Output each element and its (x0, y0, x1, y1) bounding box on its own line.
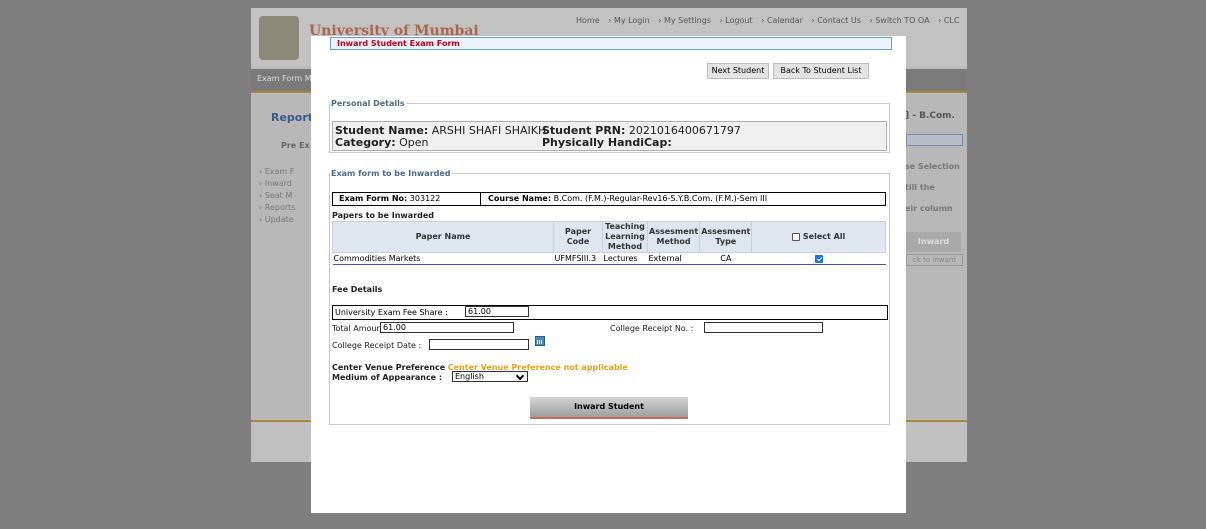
fee-details-heading: Fee Details (332, 285, 383, 294)
side-menu-item[interactable]: › Seat M (259, 190, 295, 202)
side-menu-item[interactable]: › Exam F (259, 166, 295, 178)
nav-item[interactable]: Exam Form M (257, 74, 312, 83)
link-switch-to-oa[interactable]: › Switch TO OA (869, 16, 929, 25)
modal-title: Inward Student Exam Form (330, 37, 892, 50)
assesment-type-cell: CA (699, 252, 752, 265)
paper-name-cell: Commodities Markets (332, 252, 554, 265)
category-label: Category: (335, 136, 396, 149)
side-menu-item[interactable]: › Reports (259, 202, 295, 214)
personal-details-fieldset: Personal Details Student Name: ARSHI SHA… (329, 99, 890, 153)
exam-form-legend: Exam form to be Inwarded (331, 169, 451, 178)
col-paper-code: Paper Code (553, 221, 603, 253)
select-all-label: Select All (802, 232, 846, 241)
calendar-icon[interactable] (535, 336, 545, 346)
right-text-line: se Selection (905, 162, 960, 171)
right-text-line: eir column (905, 204, 953, 213)
link-home[interactable]: Home (576, 16, 600, 25)
receipt-no-label: College Receipt No. : (610, 324, 694, 333)
course-name-label: Course Name: (488, 194, 552, 203)
next-student-button[interactable]: Next Student (707, 63, 769, 79)
assesment-method-cell: External (647, 252, 700, 265)
select-cell (751, 252, 886, 265)
exam-form-no-cell: Exam Form No: 303122 (333, 193, 481, 205)
pre-exam-label: Pre Ex (281, 141, 310, 150)
link-clc[interactable]: › CLC (938, 16, 959, 25)
medium-select[interactable]: English (452, 371, 528, 382)
total-amount-input[interactable]: 61.00 (380, 322, 514, 333)
papers-heading: Papers to be Inwarded (332, 211, 435, 220)
personal-details-legend: Personal Details (331, 99, 405, 108)
bg-back-to-inward[interactable]: ck to inward (906, 254, 963, 266)
chevron-down-icon (515, 371, 525, 381)
table-row: Commodities Markets UFMFSIII.3 Lectures … (332, 252, 886, 265)
top-links: Home › My Login › My Settings › Logout ›… (576, 16, 965, 25)
category-value: Open (399, 136, 429, 149)
report-heading: Report (271, 111, 314, 124)
exam-form-no-value: 303122 (409, 194, 441, 203)
teaching-method-cell: Lectures (602, 252, 648, 265)
link-my-settings[interactable]: › My Settings (658, 16, 711, 25)
exam-form-no-label: Exam Form No: (339, 194, 408, 203)
col-select-all: Select All (751, 221, 886, 253)
course-name-value: B.Com. (F.M.)-Regular-Rev16-S.Y.B.Com. (… (553, 194, 768, 203)
select-all-checkbox[interactable] (792, 232, 801, 241)
center-venue-label: Center Venue Preference (332, 363, 446, 372)
side-menu: › Exam F › Inward › Seat M › Reports › U… (259, 166, 295, 226)
university-fee-row: University Exam Fee Share : 61.00 (332, 305, 888, 320)
personal-details-box: Student Name: ARSHI SHAFI SHAIKH Student… (332, 121, 887, 151)
exam-form-fieldset: Exam form to be Inwarded Exam Form No: 3… (329, 169, 890, 425)
university-fee-input[interactable]: 61.00 (465, 306, 529, 317)
side-menu-item[interactable]: › Inward (259, 178, 295, 190)
student-name-value: ARSHI SHAFI SHAIKH (431, 124, 547, 137)
exam-form-info-row: Exam Form No: 303122 Course Name: B.Com.… (332, 192, 886, 206)
link-my-login[interactable]: › My Login (608, 16, 650, 25)
course-name-cell: Course Name: B.Com. (F.M.)-Regular-Rev16… (488, 193, 767, 205)
col-paper-name: Paper Name (332, 221, 554, 253)
right-text: se Selection till the eir column (905, 156, 960, 219)
link-logout[interactable]: › Logout (720, 16, 753, 25)
paper-select-checkbox[interactable] (814, 254, 823, 263)
medium-select-value: English (455, 372, 484, 381)
receipt-no-input[interactable] (704, 322, 823, 333)
paper-code-cell: UFMFSIII.3 (553, 252, 603, 265)
papers-header-row: Paper Name Paper Code Teaching Learning … (332, 221, 886, 253)
link-calendar[interactable]: › Calendar (761, 16, 803, 25)
medium-label: Medium of Appearance : (332, 373, 443, 382)
inward-student-button[interactable]: Inward Student (530, 397, 688, 419)
receipt-date-label: College Receipt Date : (332, 341, 422, 350)
col-teaching-method: Teaching Learning Method (602, 221, 648, 253)
right-text-line: till the (905, 183, 935, 192)
bg-inward-button[interactable]: Inward (906, 232, 961, 252)
right-header: ] - B.Com. (905, 111, 955, 121)
university-logo (259, 16, 299, 60)
right-bar (906, 134, 963, 146)
papers-table: Paper Name Paper Code Teaching Learning … (332, 221, 886, 265)
side-menu-item[interactable]: › Update (259, 214, 295, 226)
university-fee-label: University Exam Fee Share : (335, 308, 448, 317)
receipt-date-input[interactable] (429, 339, 529, 350)
inward-student-modal: Inward Student Exam Form Next Student Ba… (311, 36, 906, 513)
link-contact-us[interactable]: › Contact Us (811, 16, 860, 25)
handicap-label: Physically HandiCap: (542, 136, 672, 149)
col-assesment-method: Assesment Method (646, 221, 701, 253)
col-assesment-type: Assesment Type (699, 221, 753, 253)
back-to-student-list-button[interactable]: Back To Student List (773, 63, 869, 79)
handicap-line: Physically HandiCap: (542, 136, 672, 149)
category-line: Category: Open (335, 136, 429, 149)
